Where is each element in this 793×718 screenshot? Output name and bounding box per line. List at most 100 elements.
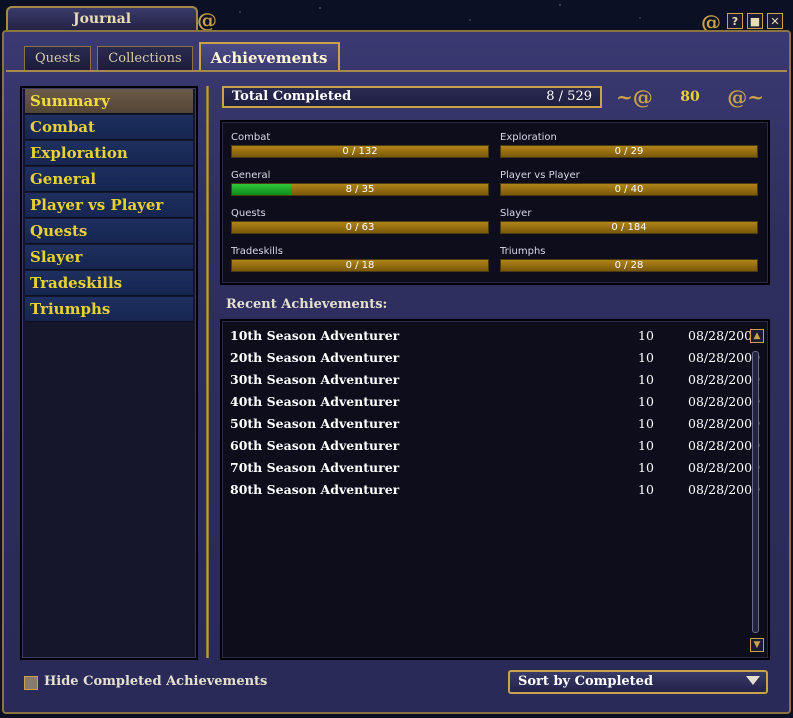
achievement-name: 40th Season Adventurer: [230, 394, 400, 409]
achievement-date: 08/28/2009: [688, 416, 761, 431]
chevron-down-icon: [746, 676, 760, 685]
achievement-points: 10: [638, 350, 654, 365]
list-item[interactable]: 30th Season Adventurer 10 08/28/2009: [230, 369, 760, 391]
panel-divider: [206, 86, 209, 658]
achievement-name: 10th Season Adventurer: [230, 328, 400, 343]
achievement-name: 30th Season Adventurer: [230, 372, 400, 387]
category-stats-panel: Combat 0 / 132 Exploration 0 / 29 Genera…: [220, 120, 770, 285]
achievement-date: 08/28/2009: [688, 460, 761, 475]
sort-dropdown[interactable]: Sort by Completed: [508, 670, 768, 694]
total-completed: Total Completed 8 / 529: [222, 86, 602, 108]
stat-combat: Combat 0 / 132: [231, 132, 489, 158]
progress-bar: 8 / 35: [231, 183, 489, 196]
help-button[interactable]: ?: [727, 13, 743, 29]
achievement-points: 10: [638, 416, 654, 431]
stat-name: Quests: [231, 208, 266, 219]
sidebar-item-quests[interactable]: Quests: [25, 219, 193, 244]
window-controls: ? ■ ✕: [727, 13, 783, 29]
achievement-name: 50th Season Adventurer: [230, 416, 400, 431]
close-button[interactable]: ✕: [767, 13, 783, 29]
list-item[interactable]: 80th Season Adventurer 10 08/28/2009: [230, 479, 760, 501]
category-sidebar: Summary Combat Exploration General Playe…: [20, 86, 198, 660]
progress-bar: 0 / 132: [231, 145, 489, 158]
recent-achievements-heading: Recent Achievements:: [226, 297, 388, 312]
sidebar-item-tradeskills[interactable]: Tradeskills: [25, 271, 193, 296]
list-item[interactable]: 10th Season Adventurer 10 08/28/2009: [230, 325, 760, 347]
achievement-points: 10: [638, 372, 654, 387]
stat-name: Combat: [231, 132, 271, 143]
hide-completed-label: Hide Completed Achievements: [44, 674, 268, 689]
achievement-name: 60th Season Adventurer: [230, 438, 400, 453]
recent-achievements-list: 10th Season Adventurer 10 08/28/2009 20th …: [220, 319, 770, 660]
stat-triumphs: Triumphs 0 / 28: [500, 246, 758, 272]
tab-collections[interactable]: Collections: [97, 46, 193, 70]
sidebar-item-pvp[interactable]: Player vs Player: [25, 193, 193, 218]
stat-name: Triumphs: [500, 246, 546, 257]
list-item[interactable]: 20th Season Adventurer 10 08/28/2009: [230, 347, 760, 369]
stat-quests: Quests 0 / 63: [231, 208, 489, 234]
list-item[interactable]: 60th Season Adventurer 10 08/28/2009: [230, 435, 760, 457]
stat-pvp: Player vs Player 0 / 40: [500, 170, 758, 196]
achievement-name: 80th Season Adventurer: [230, 482, 400, 497]
progress-text: 0 / 184: [611, 222, 647, 233]
sidebar-item-general[interactable]: General: [25, 167, 193, 192]
total-completed-label: Total Completed: [232, 89, 352, 104]
progress-text: 8 / 35: [345, 184, 375, 195]
minimize-button[interactable]: ■: [747, 13, 763, 29]
scroll-ornament-icon: ~@: [616, 85, 653, 109]
list-item[interactable]: 40th Season Adventurer 10 08/28/2009: [230, 391, 760, 413]
achievement-date: 08/28/2009: [688, 394, 761, 409]
sidebar-item-combat[interactable]: Combat: [25, 115, 193, 140]
progress-text: 0 / 28: [614, 260, 644, 271]
window-title: Journal: [6, 6, 198, 30]
achievement-points-value: 80: [680, 89, 700, 105]
achievement-points: 10: [638, 460, 654, 475]
achievement-points: 10: [638, 438, 654, 453]
total-completed-value: 8 / 529: [546, 89, 592, 104]
scroll-up-button[interactable]: ▲: [750, 329, 764, 343]
stat-general: General 8 / 35: [231, 170, 489, 196]
achievement-points: ~@ 80 @~: [612, 84, 768, 110]
stat-name: Exploration: [500, 132, 557, 143]
sidebar-item-exploration[interactable]: Exploration: [25, 141, 193, 166]
stat-name: Tradeskills: [231, 246, 283, 257]
achievement-date: 08/28/2009: [688, 350, 761, 365]
progress-text: 0 / 63: [345, 222, 375, 233]
stat-tradeskills: Tradeskills 0 / 18: [231, 246, 489, 272]
scrollbar-track[interactable]: [752, 351, 759, 633]
stat-exploration: Exploration 0 / 29: [500, 132, 758, 158]
progress-bar: 0 / 28: [500, 259, 758, 272]
progress-bar: 0 / 40: [500, 183, 758, 196]
achievement-points: 10: [638, 328, 654, 343]
stat-slayer: Slayer 0 / 184: [500, 208, 758, 234]
progress-text: 0 / 40: [614, 184, 644, 195]
scroll-down-button[interactable]: ▼: [750, 638, 764, 652]
tab-quests[interactable]: Quests: [24, 46, 92, 70]
list-item[interactable]: 70th Season Adventurer 10 08/28/2009: [230, 457, 760, 479]
progress-bar: 0 / 29: [500, 145, 758, 158]
list-item[interactable]: 50th Season Adventurer 10 08/28/2009: [230, 413, 760, 435]
achievement-points: 10: [638, 394, 654, 409]
progress-bar: 0 / 63: [231, 221, 489, 234]
scroll-ornament-icon: @~: [727, 85, 764, 109]
stat-name: General: [231, 170, 271, 181]
sidebar-item-triumphs[interactable]: Triumphs: [25, 297, 193, 322]
tab-achievements[interactable]: Achievements: [198, 42, 340, 70]
progress-text: 0 / 29: [614, 146, 644, 157]
achievement-date: 08/28/2009: [688, 482, 761, 497]
hide-completed-checkbox[interactable]: [24, 676, 38, 690]
progress-bar: 0 / 184: [500, 221, 758, 234]
tab-bar: Quests Collections Achievements: [24, 42, 340, 70]
achievement-name: 20th Season Adventurer: [230, 350, 400, 365]
progress-bar: 0 / 18: [231, 259, 489, 272]
progress-text: 0 / 18: [345, 260, 375, 271]
stat-name: Player vs Player: [500, 170, 580, 181]
tab-divider: [6, 70, 787, 72]
progress-text: 0 / 132: [342, 146, 378, 157]
stat-name: Slayer: [500, 208, 532, 219]
sidebar-item-summary[interactable]: Summary: [25, 89, 193, 114]
sort-dropdown-value: Sort by Completed: [518, 674, 654, 689]
sidebar-item-slayer[interactable]: Slayer: [25, 245, 193, 270]
achievement-date: 08/28/2009: [688, 372, 761, 387]
scroll-ornament-icon: @: [197, 8, 217, 32]
